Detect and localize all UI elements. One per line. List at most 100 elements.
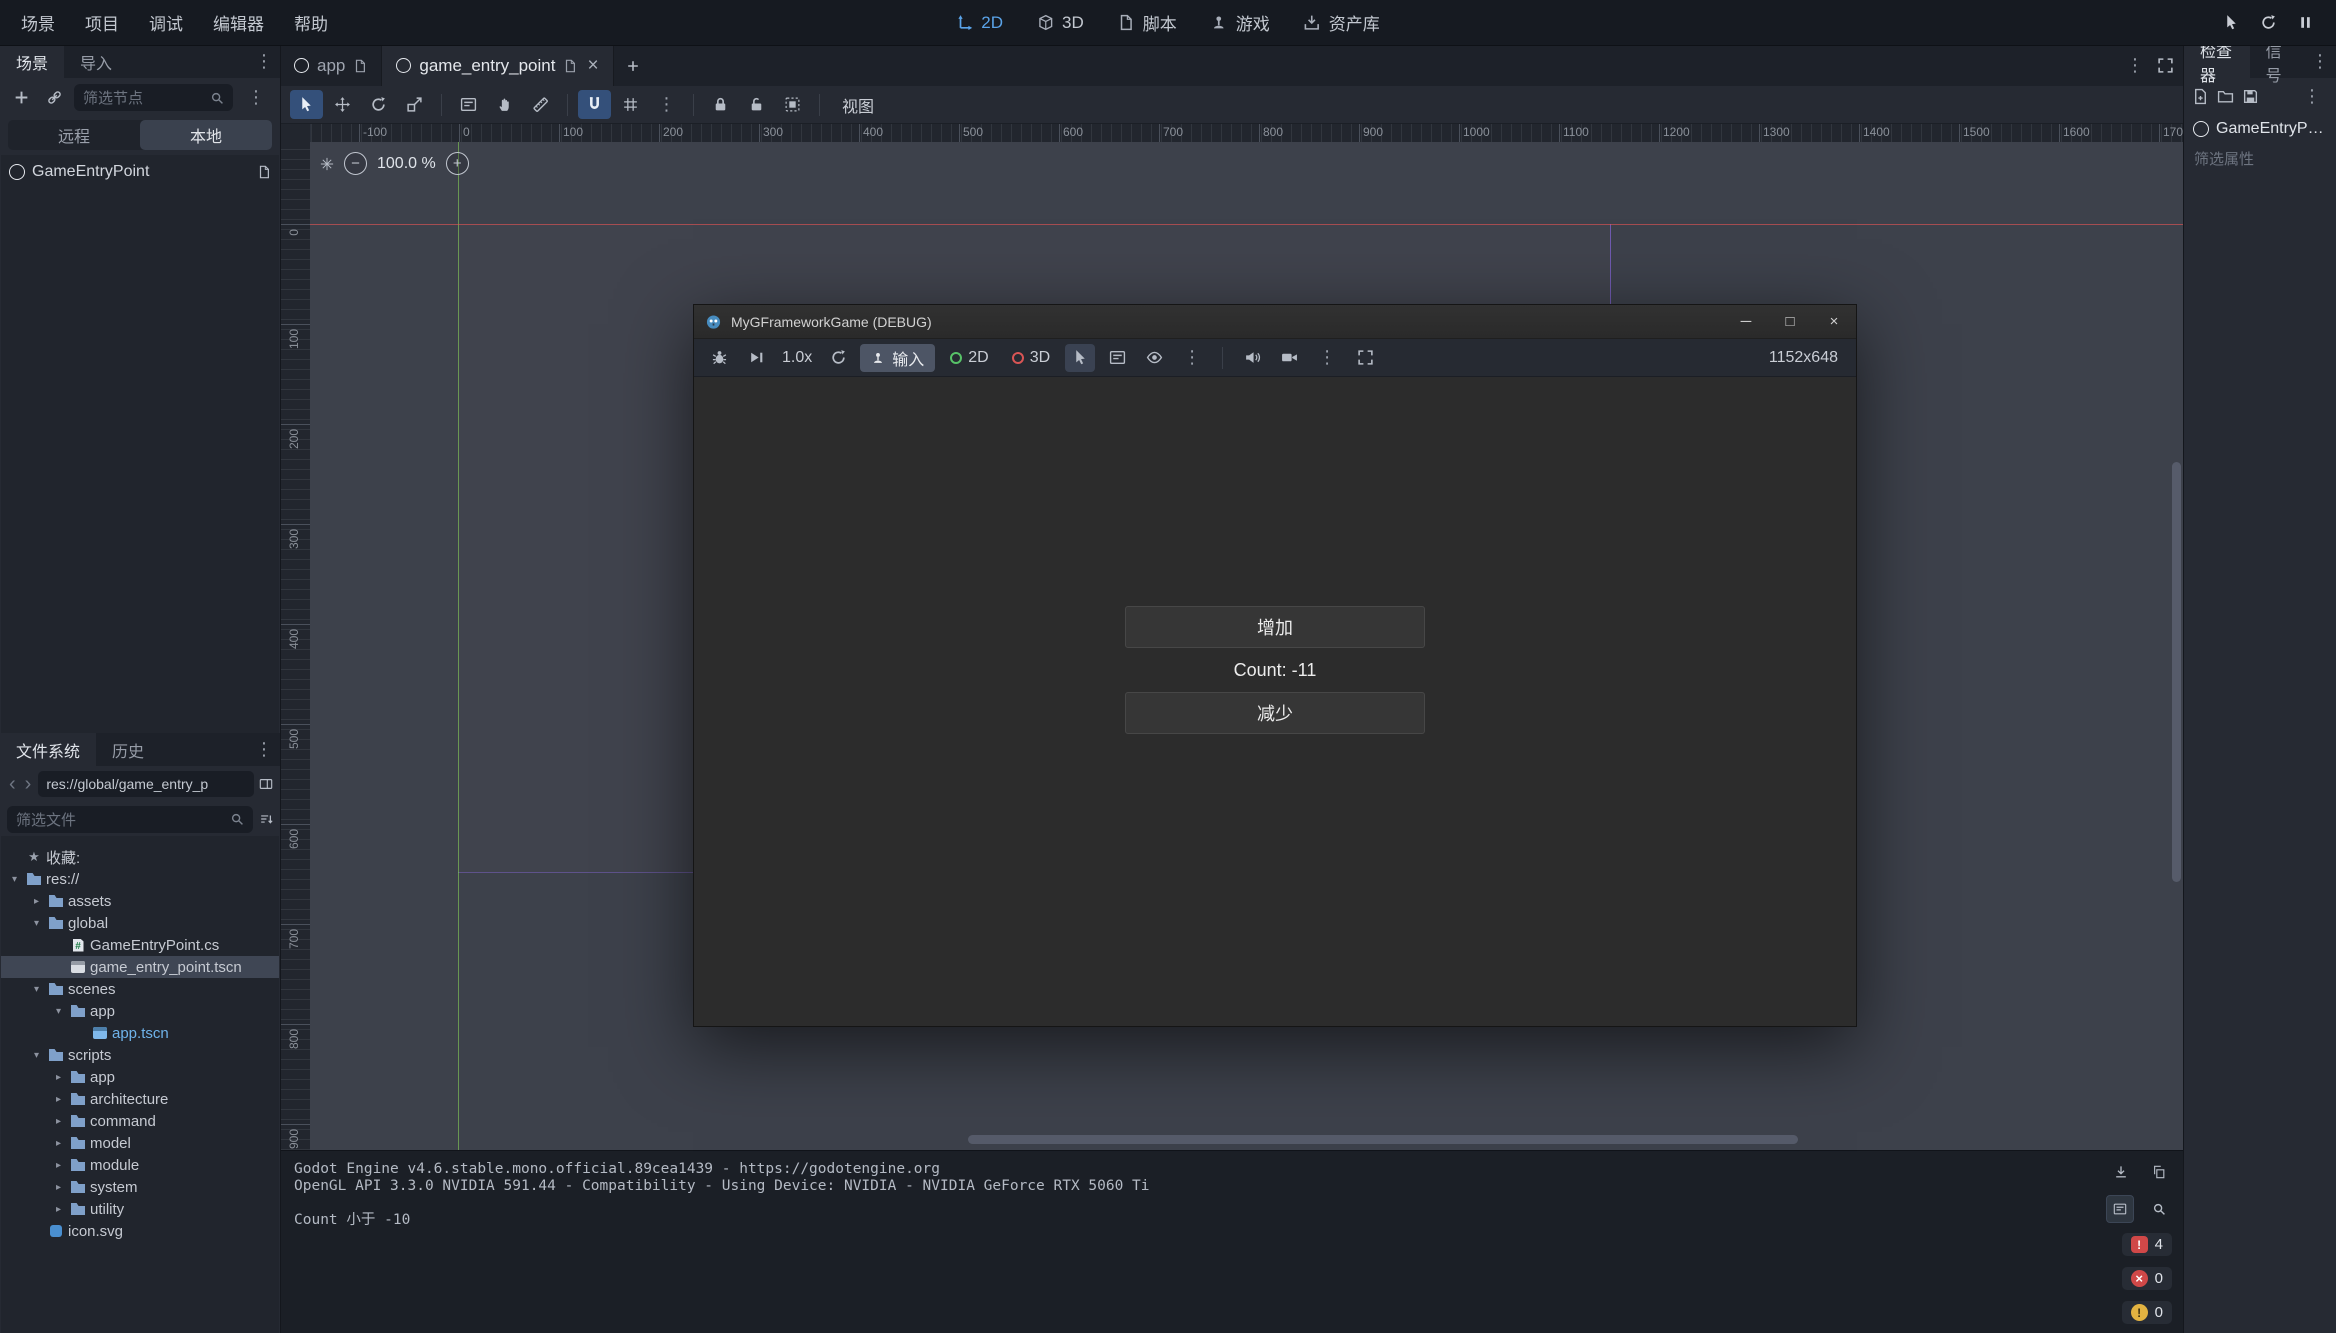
file-row[interactable]: ▸ model bbox=[1, 1132, 279, 1154]
new-resource-icon[interactable] bbox=[2192, 88, 2209, 105]
menu-item[interactable]: 帮助 bbox=[279, 0, 343, 45]
scale-tool-button[interactable] bbox=[398, 90, 431, 119]
smart-snap-button[interactable] bbox=[578, 90, 611, 119]
scene-tab[interactable]: app × bbox=[280, 45, 382, 86]
zoom-level[interactable]: 100.0 % bbox=[377, 155, 436, 173]
menu-item[interactable]: 场景 bbox=[6, 0, 70, 45]
inspector-dock-menu-icon[interactable]: ⋮ bbox=[2304, 45, 2336, 78]
inspector-options-icon[interactable]: ⋮ bbox=[2296, 86, 2328, 107]
debug-options-icon[interactable] bbox=[704, 344, 734, 372]
scene-tree-node[interactable]: GameEntryPoint bbox=[1, 159, 279, 185]
canvas-vertical-scrollbar[interactable] bbox=[2172, 462, 2181, 882]
file-row[interactable]: app.tscn bbox=[1, 1022, 279, 1044]
close-tab-icon[interactable]: × bbox=[585, 55, 598, 77]
menu-item[interactable]: 编辑器 bbox=[198, 0, 279, 45]
toggle-button[interactable]: 远程 bbox=[8, 120, 140, 150]
file-row[interactable]: ▸ command bbox=[1, 1110, 279, 1132]
expand-arrow[interactable]: ▾ bbox=[29, 918, 44, 929]
copy-output-button[interactable] bbox=[2146, 1159, 2172, 1185]
expand-arrow[interactable]: ▾ bbox=[29, 984, 44, 995]
expand-arrow[interactable]: ▸ bbox=[51, 1072, 66, 1083]
zoom-out-button[interactable]: − bbox=[344, 152, 367, 175]
game-select-tool-button[interactable] bbox=[1065, 344, 1095, 372]
dock-tab[interactable]: 场景 bbox=[0, 45, 64, 78]
group-button[interactable] bbox=[776, 90, 809, 119]
restart-button[interactable] bbox=[2260, 14, 2277, 31]
filter-files-input[interactable]: 筛选文件 bbox=[7, 806, 253, 833]
pause-button[interactable] bbox=[2297, 14, 2314, 31]
center-view-icon[interactable] bbox=[320, 157, 334, 171]
workspace-button[interactable]: 脚本 bbox=[1104, 6, 1191, 39]
nav-forward-icon[interactable]: › bbox=[23, 773, 34, 796]
minimize-window-button[interactable]: ─ bbox=[1724, 305, 1768, 338]
expand-arrow[interactable]: ▸ bbox=[51, 1204, 66, 1215]
nav-back-icon[interactable]: ‹ bbox=[7, 773, 18, 796]
file-row[interactable]: icon.svg bbox=[1, 1220, 279, 1242]
current-path[interactable]: res://global/game_entry_p bbox=[38, 771, 254, 797]
sort-files-icon[interactable] bbox=[259, 812, 273, 826]
increase-button[interactable]: 增加 bbox=[1125, 606, 1425, 648]
file-row[interactable]: ▾ scenes bbox=[1, 978, 279, 1000]
camera-override-button[interactable] bbox=[1274, 344, 1304, 372]
grid-snap-button[interactable] bbox=[614, 90, 647, 119]
distraction-free-icon[interactable] bbox=[2157, 57, 2174, 74]
load-resource-icon[interactable] bbox=[2217, 88, 2234, 105]
instance-scene-button[interactable] bbox=[41, 85, 67, 111]
embed-fullscreen-button[interactable] bbox=[1350, 344, 1380, 372]
expand-arrow[interactable]: ▸ bbox=[51, 1116, 66, 1127]
expand-arrow[interactable]: ▾ bbox=[29, 1050, 44, 1061]
scene-tab[interactable]: game_entry_point × bbox=[382, 45, 613, 86]
pointer-mode-button[interactable] bbox=[2223, 14, 2240, 31]
file-row[interactable]: 收藏: bbox=[1, 846, 279, 868]
rotate-tool-button[interactable] bbox=[362, 90, 395, 119]
file-row[interactable]: ▸ module bbox=[1, 1154, 279, 1176]
time-scale-label[interactable]: 1.0x bbox=[778, 349, 816, 367]
snap-options-button[interactable]: ⋮ bbox=[650, 90, 683, 119]
filter-properties-input[interactable]: 筛选属性 bbox=[2184, 144, 2336, 172]
menu-item[interactable]: 项目 bbox=[70, 0, 134, 45]
scene-tree-options-icon[interactable]: ⋮ bbox=[240, 87, 272, 108]
attached-script-icon[interactable] bbox=[257, 165, 271, 179]
debug-badge[interactable]: 0 bbox=[2122, 1267, 2172, 1290]
menu-item[interactable]: 调试 bbox=[134, 0, 198, 45]
expand-arrow[interactable]: ▸ bbox=[29, 896, 44, 907]
file-row[interactable]: ▸ app bbox=[1, 1066, 279, 1088]
expand-arrow[interactable]: ▾ bbox=[51, 1006, 66, 1017]
zoom-in-button[interactable]: + bbox=[446, 152, 469, 175]
canvas-horizontal-scrollbar[interactable] bbox=[968, 1135, 1798, 1144]
message-filter-button[interactable] bbox=[2106, 1195, 2134, 1223]
file-row[interactable]: ▾ scripts bbox=[1, 1044, 279, 1066]
game-list-select-button[interactable] bbox=[1102, 344, 1132, 372]
next-frame-button[interactable] bbox=[741, 344, 771, 372]
new-scene-tab-button[interactable] bbox=[614, 45, 652, 86]
debug-badge[interactable]: 4 bbox=[2122, 1233, 2172, 1256]
split-view-icon[interactable] bbox=[259, 777, 273, 791]
add-node-button[interactable] bbox=[8, 85, 34, 111]
expand-arrow[interactable]: ▸ bbox=[51, 1160, 66, 1171]
select-tool-button[interactable] bbox=[290, 90, 323, 119]
expand-arrow[interactable]: ▸ bbox=[51, 1138, 66, 1149]
search-output-button[interactable] bbox=[2146, 1196, 2172, 1222]
mode-3d-button[interactable]: 3D bbox=[1004, 344, 1058, 372]
file-row[interactable]: ▸ assets bbox=[1, 890, 279, 912]
file-row[interactable]: ▾ app bbox=[1, 1000, 279, 1022]
input-mode-button[interactable]: 输入 bbox=[860, 344, 935, 372]
dock-tab[interactable]: 检查器 bbox=[2184, 45, 2250, 78]
pan-tool-button[interactable] bbox=[488, 90, 521, 119]
game-window-titlebar[interactable]: MyGFrameworkGame (DEBUG) ─ □ × bbox=[694, 305, 1856, 339]
toggle-button[interactable]: 本地 bbox=[140, 120, 272, 150]
scene-dock-menu-icon[interactable]: ⋮ bbox=[248, 45, 280, 78]
debug-badge[interactable]: 0 bbox=[2122, 1301, 2172, 1324]
unlock-object-button[interactable] bbox=[740, 90, 773, 119]
workspace-button[interactable]: 2D bbox=[942, 6, 1017, 39]
save-resource-icon[interactable] bbox=[2242, 88, 2259, 105]
camera-options-icon[interactable]: ⋮ bbox=[1311, 347, 1343, 368]
toggle-visibility-button[interactable] bbox=[1139, 344, 1169, 372]
file-row[interactable]: game_entry_point.tscn bbox=[1, 956, 279, 978]
ruler-tool-button[interactable] bbox=[524, 90, 557, 119]
file-row[interactable]: ▸ utility bbox=[1, 1198, 279, 1220]
dock-tab[interactable]: 导入 bbox=[64, 45, 128, 78]
close-window-button[interactable]: × bbox=[1812, 305, 1856, 338]
list-select-button[interactable] bbox=[452, 90, 485, 119]
lock-object-button[interactable] bbox=[704, 90, 737, 119]
